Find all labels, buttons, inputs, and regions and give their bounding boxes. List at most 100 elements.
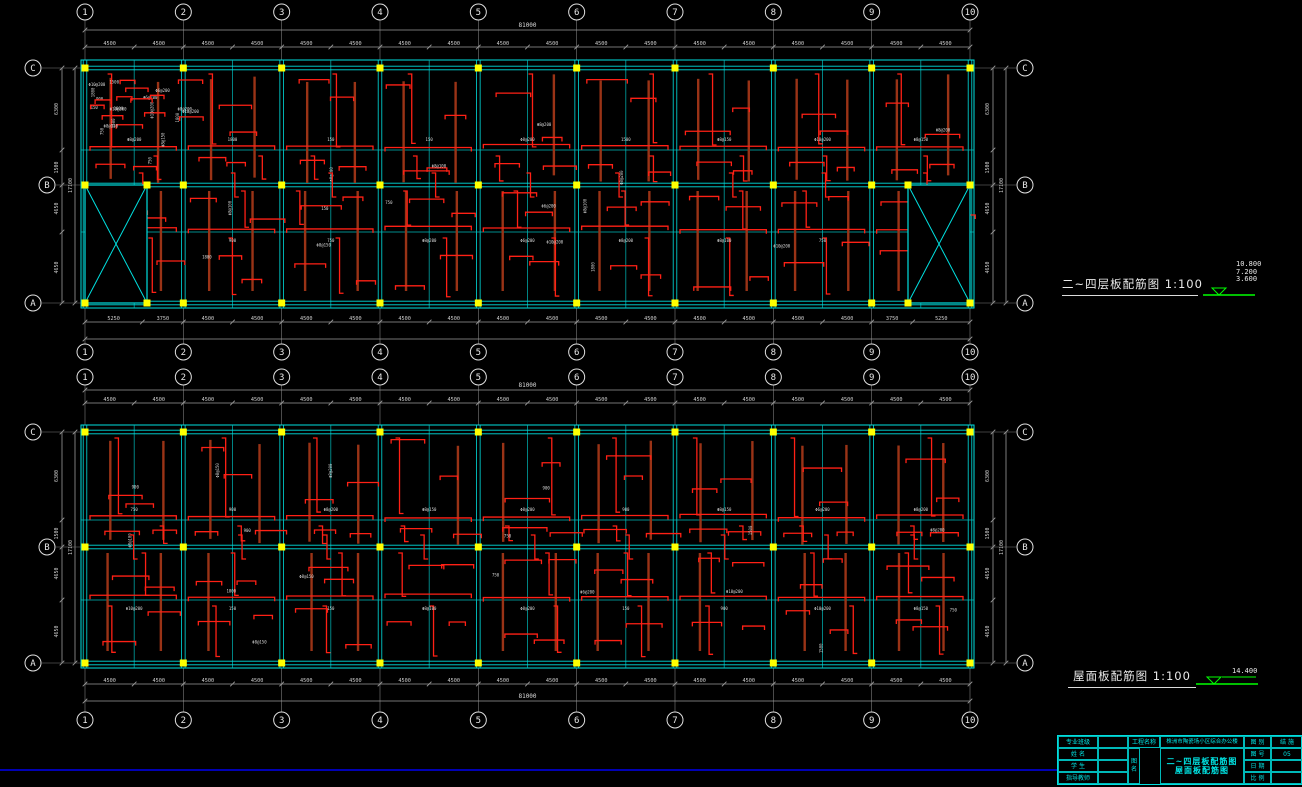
svg-text:4500: 4500: [890, 397, 903, 403]
tb-drawing-names: 二~四层板配筋图 屋面板配筋图: [1160, 748, 1244, 784]
svg-text:9: 9: [869, 348, 874, 358]
svg-text:Φ10@200: Φ10@200: [110, 106, 127, 111]
svg-text:750: 750: [819, 238, 827, 243]
svg-text:4500: 4500: [251, 316, 264, 322]
svg-text:3750: 3750: [157, 316, 170, 322]
svg-text:900: 900: [229, 238, 237, 243]
svg-text:Φ6@200: Φ6@200: [520, 238, 535, 243]
svg-text:6300: 6300: [985, 470, 991, 482]
svg-text:2: 2: [181, 348, 186, 358]
tb-label: 日 期: [1244, 760, 1271, 772]
level-value: 3.600: [1236, 276, 1261, 284]
svg-text:4500: 4500: [448, 678, 461, 684]
floor-plan-levels: 10.800 7.200 3.600: [1236, 261, 1261, 284]
svg-text:1500: 1500: [985, 161, 991, 173]
svg-text:4500: 4500: [595, 316, 608, 322]
svg-text:Φ6@200: Φ6@200: [541, 203, 556, 208]
svg-text:4500: 4500: [546, 397, 559, 403]
svg-text:1500: 1500: [748, 525, 753, 535]
svg-text:10: 10: [965, 373, 976, 383]
svg-text:4500: 4500: [300, 41, 313, 47]
svg-text:4500: 4500: [792, 316, 805, 322]
svg-text:Φ10@200: Φ10@200: [773, 244, 790, 249]
svg-text:4500: 4500: [890, 678, 903, 684]
roof-plan-title: 屋面板配筋图 1:100: [1068, 668, 1196, 688]
svg-text:4650: 4650: [54, 202, 60, 214]
svg-text:Φ8@150: Φ8@150: [914, 606, 929, 611]
tb-label: 姓 名: [1058, 748, 1098, 760]
tb-label: 图 别: [1244, 736, 1271, 748]
svg-text:Φ8@200: Φ8@200: [324, 507, 339, 512]
svg-text:1800: 1800: [590, 262, 595, 272]
svg-text:B: B: [1022, 543, 1027, 553]
svg-text:4500: 4500: [349, 316, 362, 322]
svg-text:4500: 4500: [497, 316, 510, 322]
svg-text:4500: 4500: [743, 678, 756, 684]
svg-text:4500: 4500: [644, 397, 657, 403]
tb-label: 指导教师: [1058, 772, 1098, 784]
svg-text:1500: 1500: [818, 643, 823, 653]
tb-label: 图 号: [1244, 748, 1271, 760]
svg-text:4500: 4500: [743, 316, 756, 322]
svg-text:A: A: [30, 299, 36, 309]
svg-text:4650: 4650: [985, 202, 991, 214]
svg-text:900: 900: [543, 486, 551, 491]
svg-text:4500: 4500: [939, 397, 952, 403]
svg-text:4650: 4650: [985, 567, 991, 579]
svg-text:Φ6@200: Φ6@200: [155, 88, 170, 93]
svg-text:81000: 81000: [518, 693, 536, 700]
svg-text:4500: 4500: [644, 316, 657, 322]
svg-text:Φ8@150: Φ8@150: [160, 132, 165, 147]
svg-text:2: 2: [181, 373, 186, 383]
svg-text:4500: 4500: [349, 678, 362, 684]
svg-text:6: 6: [574, 373, 579, 383]
svg-text:Φ8@200: Φ8@200: [914, 507, 929, 512]
svg-text:4500: 4500: [939, 41, 952, 47]
tb-value: [1271, 772, 1302, 784]
svg-text:3: 3: [279, 716, 284, 726]
svg-text:4500: 4500: [792, 41, 805, 47]
tb-project-label: 工程名称: [1128, 736, 1160, 748]
svg-text:4500: 4500: [743, 397, 756, 403]
svg-text:Φ8@200: Φ8@200: [619, 238, 634, 243]
svg-text:1800: 1800: [226, 588, 236, 593]
svg-text:Φ10@200: Φ10@200: [150, 101, 155, 118]
svg-text:A: A: [1022, 299, 1028, 309]
svg-text:4500: 4500: [448, 397, 461, 403]
svg-text:Φ8@200: Φ8@200: [930, 528, 945, 533]
tb-value: 05: [1271, 748, 1302, 760]
tb-value: [1271, 760, 1302, 772]
svg-text:1: 1: [82, 716, 87, 726]
svg-text:9: 9: [869, 8, 874, 18]
svg-text:750: 750: [327, 238, 335, 243]
svg-text:8: 8: [771, 716, 776, 726]
svg-text:5: 5: [476, 716, 481, 726]
svg-text:1500: 1500: [54, 527, 60, 539]
svg-text:Φ8@200: Φ8@200: [936, 128, 951, 133]
svg-text:150: 150: [426, 137, 434, 142]
svg-text:Φ8@200: Φ8@200: [177, 106, 192, 111]
svg-text:4500: 4500: [398, 397, 411, 403]
svg-text:150: 150: [622, 606, 630, 611]
svg-text:4500: 4500: [546, 316, 559, 322]
svg-text:Φ10@200: Φ10@200: [814, 606, 831, 611]
svg-text:A: A: [1022, 659, 1028, 669]
svg-text:Φ8@150: Φ8@150: [717, 507, 732, 512]
tb-value: 结 施: [1271, 736, 1302, 748]
svg-text:750: 750: [385, 200, 393, 205]
tb-drawing-name-2: 屋面板配筋图: [1175, 766, 1229, 776]
svg-text:4500: 4500: [300, 397, 313, 403]
svg-text:Φ8@200: Φ8@200: [537, 122, 552, 127]
svg-text:4500: 4500: [349, 397, 362, 403]
svg-text:4650: 4650: [985, 261, 991, 273]
svg-text:C: C: [1022, 428, 1027, 438]
svg-text:B: B: [44, 543, 49, 553]
svg-text:900: 900: [622, 507, 630, 512]
svg-text:1800: 1800: [228, 137, 238, 142]
svg-text:4500: 4500: [202, 397, 215, 403]
svg-text:150: 150: [229, 606, 237, 611]
svg-text:4500: 4500: [792, 678, 805, 684]
svg-text:4: 4: [377, 373, 382, 383]
svg-text:4500: 4500: [398, 316, 411, 322]
svg-text:4650: 4650: [54, 625, 60, 637]
